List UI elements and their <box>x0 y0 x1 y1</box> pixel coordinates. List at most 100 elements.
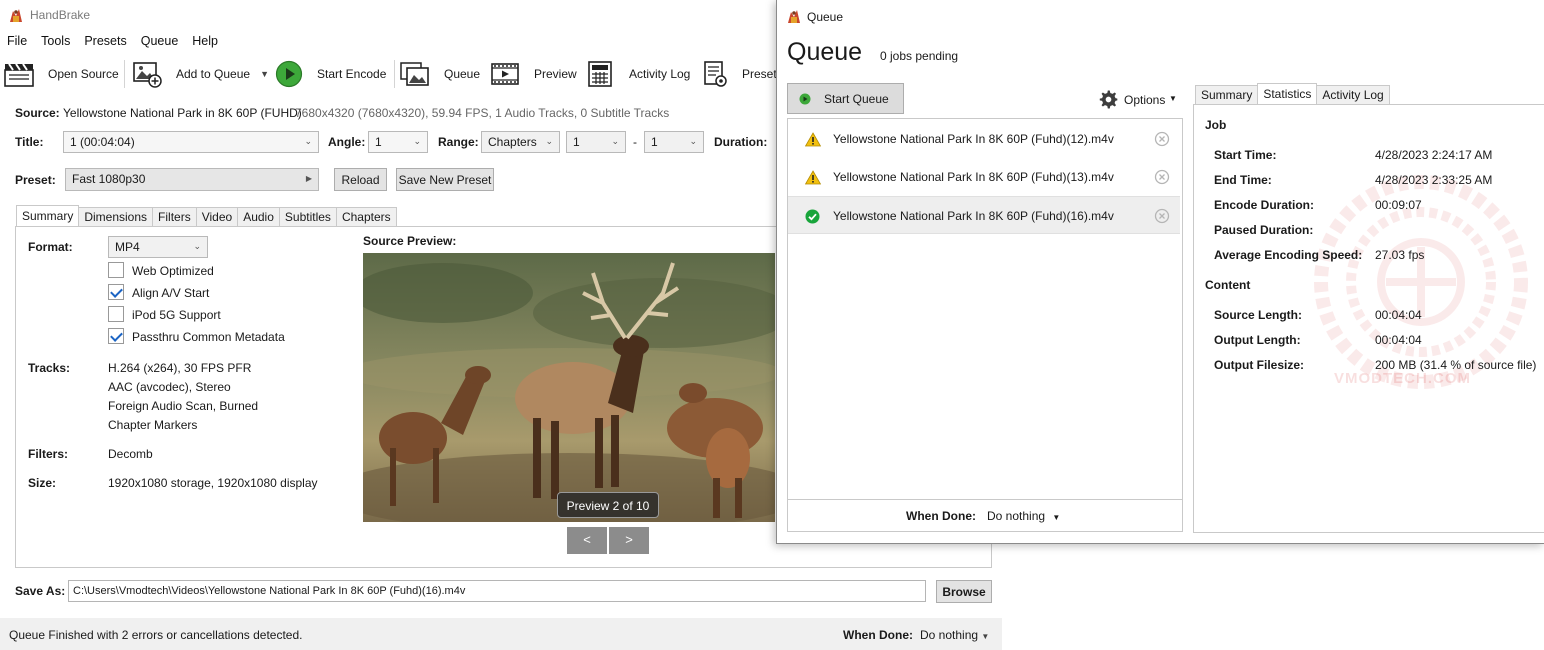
clapperboard-icon <box>4 63 34 87</box>
open-source-button[interactable]: Open Source <box>4 56 119 92</box>
encode-duration-label: Encode Duration: <box>1214 198 1315 212</box>
queue-job-name: Yellowstone National Park In 8K 60P (Fuh… <box>833 170 1114 184</box>
duration-label: Duration: <box>714 135 768 149</box>
play-icon <box>275 60 303 88</box>
range-from-dropdown[interactable]: 1 ⌄ <box>566 131 626 153</box>
preview-counter-badge: Preview 2 of 10 <box>557 492 659 518</box>
main-window-title: HandBrake <box>30 8 91 22</box>
range-dash: - <box>633 135 637 149</box>
handbrake-logo-icon <box>10 9 22 22</box>
next-preview-button[interactable]: > <box>609 527 649 554</box>
status-bar: Queue Finished with 2 errors or cancella… <box>0 618 1002 650</box>
queue-window: Queue Queue 0 jobs pending Start Queue O… <box>776 0 1544 544</box>
list-divider <box>788 499 1182 500</box>
preset-value: Fast 1080p30 <box>72 172 146 186</box>
when-done-dropdown[interactable]: Do nothing ▼ <box>920 628 989 642</box>
remove-job-icon[interactable] <box>1154 131 1170 147</box>
tab-summary[interactable]: Summary <box>16 205 80 226</box>
source-preview-label: Source Preview: <box>363 234 457 248</box>
queue-job-item-selected[interactable]: Yellowstone National Park In 8K 60P (Fuh… <box>788 196 1180 234</box>
queue-job-list: Yellowstone National Park In 8K 60P (Fuh… <box>787 118 1183 532</box>
queue-job-name: Yellowstone National Park In 8K 60P (Fuh… <box>833 132 1114 146</box>
source-label: Source: <box>15 106 60 120</box>
output-length-value: 00:04:04 <box>1375 333 1422 347</box>
save-as-path-input[interactable]: C:\Users\Vmodtech\Videos\Yellowstone Nat… <box>68 580 926 602</box>
paused-duration-label: Paused Duration: <box>1214 223 1314 237</box>
tab-queue-activity-log[interactable]: Activity Log <box>1316 85 1390 104</box>
remove-job-icon[interactable] <box>1154 208 1170 224</box>
chevron-right-icon: ▶ <box>305 174 312 183</box>
queue-when-done-dropdown[interactable]: Do nothing ▼ <box>987 509 1060 523</box>
menu-queue[interactable]: Queue <box>134 32 186 52</box>
chevron-down-icon: ⌄ <box>611 136 619 146</box>
save-new-preset-button[interactable]: Save New Preset <box>396 168 494 191</box>
preset-selector[interactable]: Fast 1080p30 ▶ <box>65 168 319 191</box>
tab-filters[interactable]: Filters <box>152 207 197 226</box>
ipod-5g-support-checkbox[interactable] <box>108 306 124 322</box>
angle-value: 1 <box>375 135 382 149</box>
start-queue-label: Start Queue <box>824 92 889 106</box>
gear-icon <box>1099 90 1118 109</box>
format-label: Format: <box>28 240 73 254</box>
tab-chapters[interactable]: Chapters <box>335 207 397 226</box>
save-as-label: Save As: <box>15 584 66 598</box>
queue-detail-tabs: Summary Statistics Activity Log <box>1195 83 1390 104</box>
range-to-dropdown[interactable]: 1 ⌄ <box>644 131 704 153</box>
queue-heading: Queue <box>787 38 863 66</box>
end-time-label: End Time: <box>1214 173 1272 187</box>
start-queue-button[interactable]: Start Queue <box>787 83 904 114</box>
options-button[interactable]: Options ▼ <box>1099 90 1179 110</box>
range-type-dropdown[interactable]: Chapters ⌄ <box>481 131 560 153</box>
queue-job-item[interactable]: Yellowstone National Park In 8K 60P (Fuh… <box>788 120 1180 158</box>
menu-help[interactable]: Help <box>185 32 225 52</box>
activity-log-button[interactable]: Activity Log <box>588 56 690 92</box>
reload-button[interactable]: Reload <box>334 168 387 191</box>
tab-dimensions[interactable]: Dimensions <box>78 207 154 226</box>
menu-presets[interactable]: Presets <box>77 32 133 52</box>
add-to-queue-label: Add to Queue <box>176 67 251 81</box>
track-audio: AAC (avcodec), Stereo <box>108 380 231 394</box>
output-length-label: Output Length: <box>1214 333 1301 347</box>
caret-down-icon: ▼ <box>1169 94 1177 103</box>
preset-label: Preset: <box>15 173 56 187</box>
add-to-queue-dropdown-icon[interactable]: ▼ <box>260 69 269 79</box>
presets-button[interactable]: Presets <box>704 56 783 92</box>
activity-log-label: Activity Log <box>629 67 691 81</box>
queue-job-item[interactable]: Yellowstone National Park In 8K 60P (Fuh… <box>788 158 1180 196</box>
tab-subtitles[interactable]: Subtitles <box>278 207 337 226</box>
browse-button[interactable]: Browse <box>936 580 992 603</box>
when-done-value: Do nothing <box>920 628 979 642</box>
chevron-down-icon: ⌄ <box>304 136 312 146</box>
format-dropdown[interactable]: MP4 ⌄ <box>108 236 208 258</box>
tab-queue-summary[interactable]: Summary <box>1195 85 1259 104</box>
source-name: Yellowstone National Park in 8K 60P (FUH… <box>63 106 302 120</box>
start-time-value: 4/28/2023 2:24:17 AM <box>1375 148 1493 162</box>
end-time-value: 4/28/2023 2:33:25 AM <box>1375 173 1493 187</box>
average-speed-label: Average Encoding Speed: <box>1214 248 1363 262</box>
menu-file[interactable]: File <box>0 32 34 52</box>
start-encode-label: Start Encode <box>317 67 387 81</box>
previous-preview-button[interactable]: < <box>567 527 607 554</box>
menu-tools[interactable]: Tools <box>34 32 77 52</box>
tab-queue-statistics[interactable]: Statistics <box>1257 83 1318 104</box>
filters-label: Filters: <box>28 447 69 461</box>
tracks-label: Tracks: <box>28 361 71 375</box>
tab-audio[interactable]: Audio <box>237 207 280 226</box>
tab-video[interactable]: Video <box>195 207 239 226</box>
title-dropdown[interactable]: 1 (00:04:04) ⌄ <box>63 131 319 153</box>
status-message: Queue Finished with 2 errors or cancella… <box>9 628 303 642</box>
web-optimized-checkbox[interactable] <box>108 262 124 278</box>
track-video: H.264 (x264), 30 FPS PFR <box>108 361 252 375</box>
angle-dropdown[interactable]: 1 ⌄ <box>368 131 428 153</box>
passthru-metadata-checkbox[interactable] <box>108 328 124 344</box>
remove-job-icon[interactable] <box>1154 169 1170 185</box>
preview-label: Preview <box>534 67 577 81</box>
start-encode-button[interactable]: Start Encode <box>275 56 386 92</box>
preview-button[interactable]: Preview <box>491 56 577 92</box>
elk-scene-image <box>363 253 775 522</box>
queue-button[interactable]: Queue <box>400 56 480 92</box>
align-av-start-checkbox[interactable] <box>108 284 124 300</box>
warning-icon <box>805 132 821 147</box>
add-to-queue-button[interactable]: Add to Queue ▼ <box>132 56 269 92</box>
activity-log-icon <box>588 61 612 87</box>
